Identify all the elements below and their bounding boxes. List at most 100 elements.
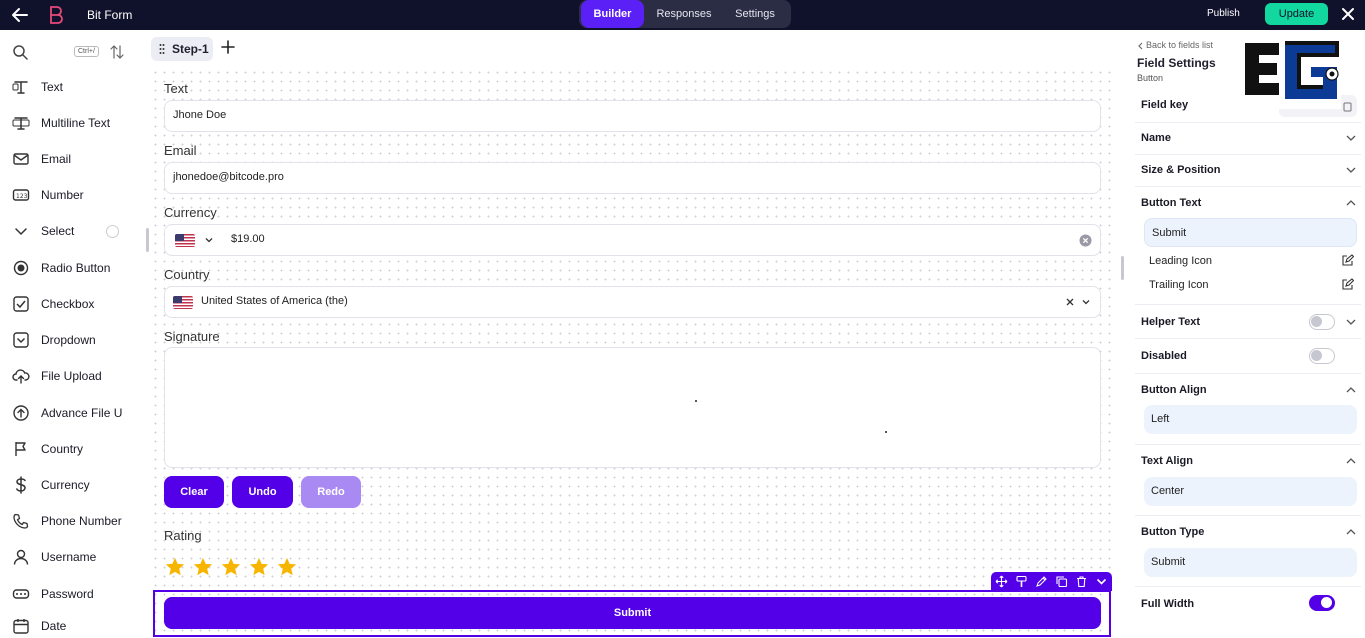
us-flag-icon[interactable] [175,234,195,247]
button-type-section-header[interactable]: Button Type [1141,526,1204,538]
sidebar-item-country[interactable]: Country [12,437,147,461]
sidebar-item-select[interactable]: Select [12,219,147,243]
tab-builder[interactable]: Builder [581,0,644,28]
clear-button[interactable]: Clear [164,476,224,508]
sidebar-resize-handle[interactable] [146,228,149,252]
edit-icon[interactable] [1341,254,1354,267]
signature-pad[interactable] [164,347,1101,468]
currency-field-label: Currency [164,205,217,220]
sort-icon[interactable] [110,44,124,60]
sidebar-item-checkbox[interactable]: Checkbox [12,292,147,316]
toggle-knob [1311,316,1322,327]
style-brush-icon[interactable] [1015,575,1028,588]
back-arrow-icon[interactable] [10,5,30,25]
chevron-down-icon[interactable] [1081,297,1091,307]
sidebar-item-radio-button[interactable]: Radio Button [12,256,147,280]
sidebar-item-label: Dropdown [41,333,96,347]
sidebar-item-phone-number[interactable]: Phone Number [12,509,147,533]
top-bar: Bit Form Builder Responses Settings Publ… [0,0,1365,30]
helper-text-section-header[interactable]: Helper Text [1141,316,1200,328]
back-to-fields-label: Back to fields list [1146,40,1214,50]
toggle-knob [1321,597,1332,608]
submit-button[interactable]: Submit [164,597,1101,629]
add-step-icon[interactable] [220,39,236,55]
email-icon [13,153,29,165]
disabled-toggle[interactable] [1309,348,1335,364]
button-type-select[interactable]: Submit [1144,548,1357,577]
button-align-section-header[interactable]: Button Align [1141,384,1207,396]
move-icon[interactable] [995,575,1008,588]
chevron-down-icon[interactable] [1345,164,1357,176]
divider [1135,186,1361,187]
sidebar-item-label: Text [41,80,64,94]
clear-icon[interactable] [1065,297,1075,307]
back-to-fields-link[interactable]: Back to fields list [1137,40,1237,52]
text-field-label: Text [164,81,188,96]
sidebar-item-label: File Upload [41,369,102,383]
currency-field-input[interactable]: $19.00 [164,224,1101,256]
signature-stroke [695,400,697,402]
copy-icon[interactable] [1055,575,1068,588]
full-width-toggle[interactable] [1309,595,1335,611]
button-text-section-header[interactable]: Button Text [1141,197,1201,209]
upload-icon [12,369,30,384]
sidebar-item-file-upload[interactable]: File Upload [12,364,147,388]
chevron-down-icon[interactable] [1345,132,1357,144]
text-align-select[interactable]: Center [1144,477,1357,506]
sidebar-item-dropdown[interactable]: Dropdown [12,328,147,352]
star-icon[interactable] [164,556,186,578]
tab-settings[interactable]: Settings [727,0,783,28]
trash-icon[interactable] [1075,575,1088,588]
sidebar-item-label: Password [41,587,94,601]
sidebar-item-currency[interactable]: Currency [12,473,147,497]
star-icon[interactable] [192,556,214,578]
chevron-up-icon[interactable] [1345,197,1357,209]
divider [1135,154,1361,155]
watermark-logo-icon [1241,39,1341,109]
email-field-input[interactable]: jhonedoe@bitcode.pro [164,162,1101,194]
redo-button[interactable]: Redo [301,476,361,508]
text-align-section-header[interactable]: Text Align [1141,455,1193,467]
sidebar-item-email[interactable]: Email [12,147,147,171]
edit-icon[interactable] [1035,575,1048,588]
size-position-section-header[interactable]: Size & Position [1141,164,1220,176]
divider [1135,444,1361,445]
canvas-resize-handle[interactable] [1121,256,1124,280]
button-align-select[interactable]: Left [1144,405,1357,434]
edit-icon[interactable] [1341,278,1354,291]
tab-responses[interactable]: Responses [649,0,719,28]
flag-icon [15,442,26,456]
sidebar-item-multiline-text[interactable]: Multiline Text [12,111,147,135]
copy-icon[interactable] [1342,100,1352,112]
chevron-up-icon[interactable] [1345,384,1357,396]
sidebar-item-text[interactable]: Text [12,75,147,99]
chevron-up-icon[interactable] [1345,455,1357,467]
sidebar-item-advance-file-upload[interactable]: Advance File U [12,401,147,425]
sidebar-item-password[interactable]: Password [12,582,147,606]
name-section-header[interactable]: Name [1141,132,1171,144]
step-tab[interactable]: Step-1 [151,37,213,61]
chevron-down-icon[interactable] [204,235,214,245]
sidebar-item-number[interactable]: 123 Number [12,183,147,207]
star-icon[interactable] [220,556,242,578]
country-field-input[interactable]: United States of America (the) [164,286,1101,318]
currency-value: $19.00 [231,233,265,245]
undo-button[interactable]: Undo [232,476,293,508]
sidebar-item-username[interactable]: Username [12,545,147,569]
drag-handle-icon[interactable] [159,43,165,55]
sidebar-item-date[interactable]: Date [12,614,147,638]
text-field-input[interactable]: Jhone Doe [164,100,1101,132]
clear-circle-icon[interactable] [1079,234,1092,247]
chevron-up-icon[interactable] [1345,526,1357,538]
close-icon[interactable] [1340,6,1356,22]
chevron-down-icon[interactable] [1095,575,1108,588]
star-icon[interactable] [248,556,270,578]
button-text-input[interactable]: Submit [1144,218,1357,247]
helper-text-toggle[interactable] [1309,314,1335,330]
chevron-down-icon[interactable] [1345,316,1357,328]
divider [1135,122,1361,123]
publish-button[interactable]: Publish [1207,8,1240,19]
search-icon[interactable] [12,44,28,60]
star-icon[interactable] [276,556,298,578]
update-button[interactable]: Update [1265,3,1328,25]
